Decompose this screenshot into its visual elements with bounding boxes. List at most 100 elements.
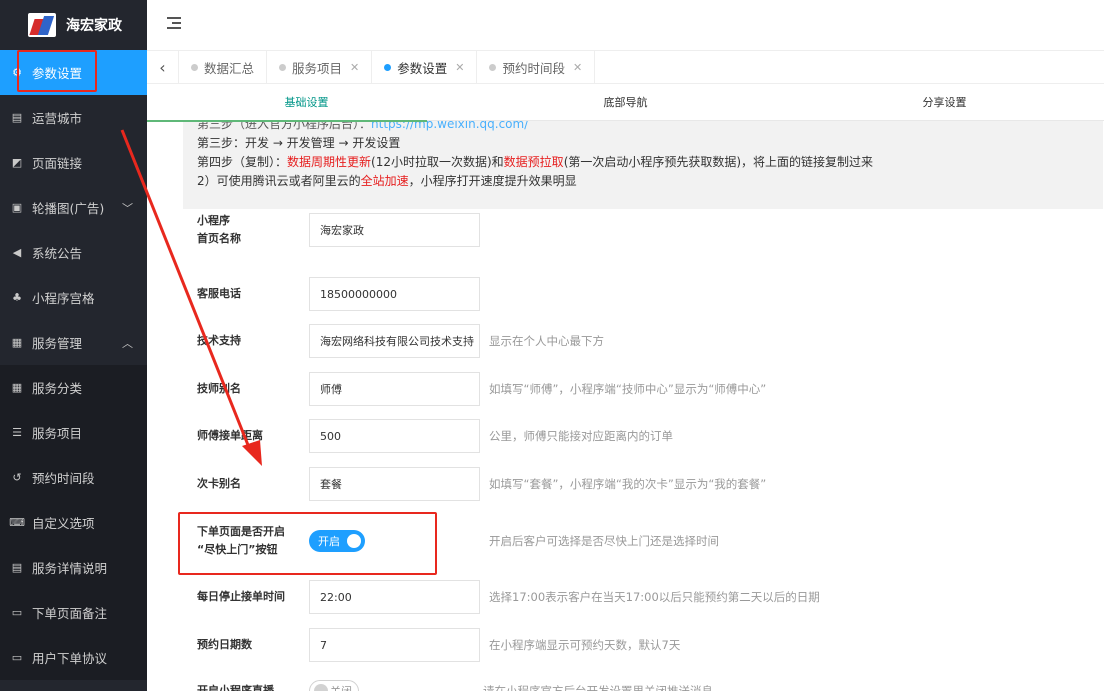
sidebar-item-banner[interactable]: ▣ 轮播图(广告) ﹀ [0, 185, 147, 230]
field-hint: 公里，师傅只能接对应距离内的订单 [489, 429, 673, 443]
gear-icon: ⚙ [12, 66, 22, 79]
sidebar-item-label: 自定义选项 [32, 516, 95, 531]
field-label: 技术支持 [197, 334, 241, 347]
sidebar-item-label: 服务管理 [32, 336, 83, 351]
page-tabs: ‹ 数据汇总 服务项目 ✕ 参数设置 ✕ 预约时间段 ✕ [147, 50, 1104, 84]
list-bullets-icon: ☰ [12, 426, 22, 439]
sidebar-item-grid[interactable]: ♣ 小程序宫格 [0, 275, 147, 320]
history-icon: ↺ [12, 471, 22, 484]
row-asap: 下单页面是否开启 “尽快上门”按钮 开启 开启后客户可选择是否尽快上门还是选择时间 [197, 523, 719, 559]
chevron-up-icon: ︿ [122, 337, 133, 350]
live-toggle[interactable]: 关闭 [309, 680, 359, 691]
sidebar-item-timeslots[interactable]: ↺ 预约时间段 [0, 455, 147, 500]
sidebar-item-custom-options[interactable]: ⌨ 自定义选项 [0, 500, 147, 545]
sidebar-item-agreement[interactable]: ▭ 用户下单协议 [0, 635, 147, 680]
agreement-icon: ▭ [11, 651, 23, 664]
field-hint: 开启后客户可选择是否尽快上门还是选择时间 [489, 534, 719, 548]
tech-alias-input[interactable]: 师傅 [309, 372, 480, 406]
sidebar-item-label: 小程序宫格 [32, 291, 95, 306]
sidebar-item-label: 服务项目 [32, 426, 83, 441]
close-icon[interactable]: ✕ [573, 61, 582, 74]
sidebar-item-label: 轮播图(广告) [32, 201, 105, 216]
field-label: 预约日期数 [197, 638, 252, 651]
days-input[interactable]: 7 [309, 628, 480, 662]
sidebar-item-label: 页面链接 [32, 156, 83, 171]
tab-params[interactable]: 参数设置 ✕ [372, 50, 478, 84]
link-icon: ◩ [11, 156, 23, 169]
sidebar-item-cities[interactable]: ▤ 运营城市 [0, 95, 147, 140]
toggle-knob [314, 684, 328, 691]
field-hint: 选择17:00表示客户在当天17:00以后只能预约第二天以后的日期 [489, 590, 820, 604]
row-days: 预约日期数 7 在小程序端显示可预约天数，默认7天 [197, 628, 680, 662]
sidebar-item-label: 服务详情说明 [32, 561, 108, 576]
field-hint: 显示在个人中心最下方 [489, 334, 604, 348]
logo-icon [28, 13, 56, 37]
tip-line: 第三步：开发 → 开发管理 → 开发设置 [197, 136, 401, 150]
field-label: 技师别名 [197, 382, 241, 395]
app-name-input[interactable]: 海宏家政 [309, 213, 480, 247]
sitemap-icon: ♣ [12, 291, 22, 304]
subtab-bottom-nav[interactable]: 底部导航 [466, 85, 785, 120]
logo[interactable]: 海宏家政 [0, 0, 147, 50]
sidebar-item-service-mgmt[interactable]: ▦ 服务管理 ︿ [0, 320, 147, 365]
top-header [147, 0, 1104, 50]
subtab-indicator [147, 120, 427, 122]
sidebar-item-label: 服务分类 [32, 381, 83, 396]
logo-text: 海宏家政 [66, 18, 122, 34]
support-input[interactable]: 海宏网络科技有限公司技术支持 [309, 324, 480, 358]
asap-toggle[interactable]: 开启 [309, 530, 365, 552]
sidebar-item-order-note[interactable]: ▭ 下单页面备注 [0, 590, 147, 635]
field-label: 客服电话 [197, 287, 241, 300]
sidebar-item-label: 参数设置 [32, 66, 83, 81]
card-alias-input[interactable]: 套餐 [309, 467, 480, 501]
speaker-icon: ◀ [12, 246, 22, 259]
subtab-basic[interactable]: 基础设置 [147, 85, 466, 120]
row-app-name: 小程序 首页名称 海宏家政 [197, 212, 480, 248]
tips-panel: 第三步（进入官方小程序后台）：https://mp.weixin.qq.com/… [183, 109, 1103, 209]
document-icon: ▤ [11, 561, 23, 574]
field-label: 开启小程序直播 [197, 684, 274, 691]
field-label: 下单页面是否开启 “尽快上门”按钮 [197, 525, 285, 556]
row-tech-alias: 技师别名 师傅 如填写“师傅”，小程序端“技师中心”显示为“师傅中心” [197, 372, 766, 406]
image-icon: ▣ [11, 201, 23, 214]
close-icon[interactable]: ✕ [350, 61, 359, 74]
field-hint: 如填写“师傅”，小程序端“技师中心”显示为“师傅中心” [489, 382, 767, 396]
stop-time-input[interactable]: 22:00 [309, 580, 480, 614]
tab-dot [384, 63, 392, 71]
row-phone: 客服电话 18500000000 [197, 277, 480, 311]
sidebar-item-params[interactable]: ⚙ 参数设置 [0, 50, 147, 95]
sidebar-item-label: 用户下单协议 [32, 651, 108, 666]
tip-line: 2）可使用腾讯云或者阿里云的全站加速，小程序打开速度提升效果明显 [197, 174, 577, 188]
row-distance: 师傅接单距离 500 公里，师傅只能接对应距离内的订单 [197, 419, 673, 453]
subtab-share[interactable]: 分享设置 [785, 85, 1104, 120]
distance-input[interactable]: 500 [309, 419, 480, 453]
note-icon: ▭ [11, 606, 23, 619]
tab-service-items[interactable]: 服务项目 ✕ [267, 50, 373, 84]
sidebar-item-notice[interactable]: ◀ 系统公告 [0, 230, 147, 275]
menu-toggle-icon[interactable] [167, 17, 181, 29]
tip-line: 第四步（复制）：数据周期性更新(12小时拉取一次数据)和数据预拉取(第一次启动小… [197, 155, 874, 169]
sidebar-item-service-detail[interactable]: ▤ 服务详情说明 [0, 545, 147, 590]
chevron-left-icon[interactable]: ‹ [147, 50, 179, 84]
grid-icon: ▦ [11, 381, 23, 394]
field-hint: 在小程序端显示可预约天数，默认7天 [489, 638, 681, 652]
field-hint: 如填写“套餐”，小程序端“我的次卡”显示为“我的套餐” [489, 477, 767, 491]
tab-dot [191, 63, 198, 71]
field-hint: 请在小程序官方后台开发设置里关闭推送消息 [483, 684, 713, 691]
row-support: 技术支持 海宏网络科技有限公司技术支持 显示在个人中心最下方 [197, 324, 604, 358]
tab-label: 数据汇总 [204, 60, 255, 76]
tab-timeslots[interactable]: 预约时间段 ✕ [477, 50, 596, 84]
settings-subtabs: 基础设置 底部导航 分享设置 [147, 85, 1104, 121]
tab-label: 参数设置 [397, 60, 448, 76]
sidebar-submenu: ▦ 服务分类 ☰ 服务项目 ↺ 预约时间段 ⌨ 自定义选项 ▤ 服务详情说明 ▭… [0, 365, 147, 680]
sidebar-item-services[interactable]: ☰ 服务项目 [0, 410, 147, 455]
phone-input[interactable]: 18500000000 [309, 277, 480, 311]
tab-dot [279, 63, 287, 71]
sidebar-item-links[interactable]: ◩ 页面链接 [0, 140, 147, 185]
close-icon[interactable]: ✕ [455, 61, 464, 74]
clipboard-icon: ▤ [11, 111, 23, 124]
tab-data-summary[interactable]: 数据汇总 [179, 50, 268, 84]
sidebar-item-categories[interactable]: ▦ 服务分类 [0, 365, 147, 410]
row-card-alias: 次卡别名 套餐 如填写“套餐”，小程序端“我的次卡”显示为“我的套餐” [197, 467, 766, 501]
chevron-down-icon: ﹀ [122, 202, 133, 215]
